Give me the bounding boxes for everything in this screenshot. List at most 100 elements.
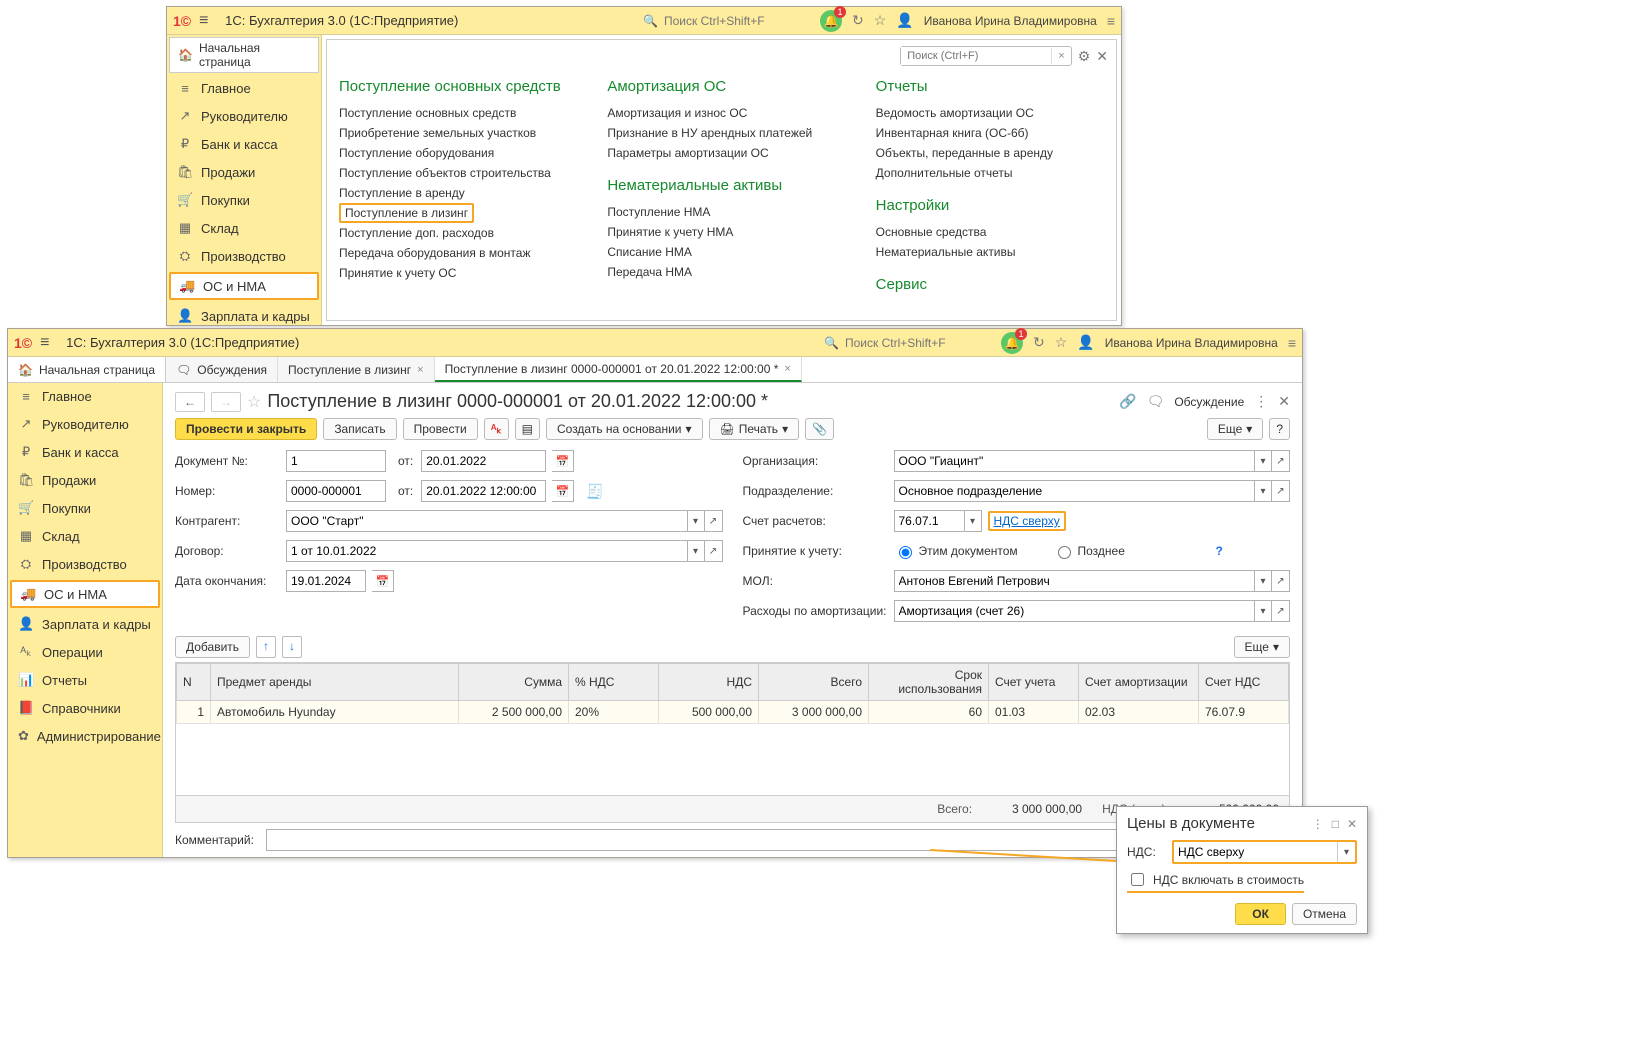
create-based-button[interactable]: Создать на основании ▾ xyxy=(546,418,703,440)
col-ndsacc[interactable]: Счет НДС xyxy=(1199,664,1289,701)
panel-search[interactable]: × xyxy=(900,46,1071,66)
link-report-extra[interactable]: Дополнительные отчеты xyxy=(876,163,1104,183)
cell-sum[interactable]: 2 500 000,00 xyxy=(459,701,569,724)
col-term[interactable]: Срок использования xyxy=(869,664,989,701)
link-settings-os[interactable]: Основные средства xyxy=(876,222,1104,242)
calendar-icon[interactable]: 📅 xyxy=(552,450,574,472)
tab-leasing-list[interactable]: Поступление в лизинг × xyxy=(278,357,435,382)
cell-pct[interactable]: 20% xyxy=(569,701,659,724)
move-down-button[interactable]: ↓ xyxy=(282,636,302,658)
link-equip[interactable]: Поступление оборудования xyxy=(339,143,567,163)
tab-leasing-doc[interactable]: Поступление в лизинг 0000-000001 от 20.0… xyxy=(435,357,802,382)
post-close-button[interactable]: Провести и закрыть xyxy=(175,418,317,440)
global-search-input[interactable] xyxy=(843,335,993,351)
post-button[interactable]: Провести xyxy=(403,418,478,440)
global-search[interactable]: 🔍 xyxy=(824,335,993,351)
cell-n[interactable]: 1 xyxy=(177,701,211,724)
chevron-down-icon[interactable]: ▾ xyxy=(1254,600,1272,622)
link-nma-accept[interactable]: Принятие к учету НМА xyxy=(607,222,835,242)
settings-icon[interactable]: ⚙ xyxy=(1078,48,1091,65)
more-icon[interactable]: ⋮ xyxy=(1312,817,1324,831)
link-rent-pay[interactable]: Признание в НУ арендных платежей xyxy=(607,123,835,143)
sidebar-item-sales[interactable]: 🛍Продажи xyxy=(167,158,321,186)
sidebar-item-bank[interactable]: ₽Банк и касса xyxy=(167,130,321,158)
col-amort[interactable]: Счет амортизации xyxy=(1079,664,1199,701)
col-nds[interactable]: НДС xyxy=(659,664,759,701)
mol-input[interactable] xyxy=(894,570,1255,592)
sidebar-item-admin[interactable]: ✿Администрирование xyxy=(8,722,162,750)
maximize-icon[interactable]: □ xyxy=(1332,817,1339,831)
cell-nds[interactable]: 500 000,00 xyxy=(659,701,759,724)
nav-back-button[interactable]: ← xyxy=(175,392,205,412)
discussion-link[interactable]: Обсуждение xyxy=(1174,395,1244,409)
doc-date-input[interactable] xyxy=(421,450,546,472)
attach-button[interactable]: 📎 xyxy=(805,418,834,440)
ctr-input[interactable] xyxy=(286,510,687,532)
calendar-icon[interactable]: 📅 xyxy=(372,570,394,592)
close-icon[interactable]: ✕ xyxy=(1347,817,1357,831)
more-button[interactable]: Еще ▾ xyxy=(1207,418,1263,440)
link-icon[interactable]: 🔗 xyxy=(1119,393,1136,410)
col-sum[interactable]: Сумма xyxy=(459,664,569,701)
nds-value-input[interactable] xyxy=(1174,842,1337,862)
sidebar-item-salary[interactable]: 👤Зарплата и кадры xyxy=(167,302,321,330)
global-search[interactable]: 🔍 xyxy=(643,13,812,29)
tab-discussions[interactable]: 🗨 Обсуждения xyxy=(166,357,278,382)
history-icon[interactable]: ↻ xyxy=(852,12,864,29)
link-construction[interactable]: Поступление объектов строительства xyxy=(339,163,567,183)
cell-subject[interactable]: Автомобиль Hyunday xyxy=(211,701,459,724)
user-icon[interactable]: 👤 xyxy=(896,12,913,29)
open-ref-icon[interactable]: ↗ xyxy=(1272,600,1290,622)
amort-input[interactable] xyxy=(894,600,1255,622)
open-ref-icon[interactable]: ↗ xyxy=(1272,480,1290,502)
cancel-button[interactable]: Отмена xyxy=(1292,903,1357,925)
table-more-button[interactable]: Еще ▾ xyxy=(1234,636,1290,658)
link-rent[interactable]: Поступление в аренду xyxy=(339,183,567,203)
col-total[interactable]: Всего xyxy=(759,664,869,701)
chevron-down-icon[interactable]: ▾ xyxy=(1254,450,1272,472)
col-pct[interactable]: % НДС xyxy=(569,664,659,701)
end-input[interactable] xyxy=(286,570,366,592)
print-button[interactable]: 🖨 Печать ▾ xyxy=(709,418,800,440)
sidebar-item-ops[interactable]: ᴬₖОперации xyxy=(8,638,162,666)
home-tab[interactable]: 🏠 Начальная страница xyxy=(8,357,166,382)
more-icon[interactable]: ⋮ xyxy=(1254,393,1268,410)
cell-total[interactable]: 3 000 000,00 xyxy=(759,701,869,724)
sidebar-item-warehouse[interactable]: ▦Склад xyxy=(167,214,321,242)
user-icon[interactable]: 👤 xyxy=(1077,334,1094,351)
pod-input[interactable] xyxy=(894,480,1255,502)
sidebar-item-reports[interactable]: 📊Отчеты xyxy=(8,666,162,694)
chevron-down-icon[interactable]: ▾ xyxy=(687,510,705,532)
open-ref-icon[interactable]: ↗ xyxy=(1272,570,1290,592)
col-acc[interactable]: Счет учета xyxy=(989,664,1079,701)
link-settings-nma[interactable]: Нематериальные активы xyxy=(876,242,1104,262)
clear-icon[interactable]: × xyxy=(1051,48,1070,64)
panel-search-input[interactable] xyxy=(901,47,1051,65)
chevron-down-icon[interactable]: ▾ xyxy=(1337,842,1355,862)
favorites-icon[interactable]: ☆ xyxy=(874,12,887,29)
cell-acc[interactable]: 01.03 xyxy=(989,701,1079,724)
sidebar-item-salary[interactable]: 👤Зарплата и кадры xyxy=(8,610,162,638)
move-up-button[interactable]: ↑ xyxy=(256,636,276,658)
receipt-icon[interactable]: 🧾 xyxy=(586,483,603,500)
history-icon[interactable]: ↻ xyxy=(1033,334,1045,351)
link-report-book[interactable]: Инвентарная книга (ОС-6б) xyxy=(876,123,1104,143)
sidebar-item-purchases[interactable]: 🛒Покупки xyxy=(167,186,321,214)
nds-combo[interactable]: ▾ xyxy=(1172,840,1357,864)
close-icon[interactable]: × xyxy=(784,363,790,375)
link-leasing[interactable]: Поступление в лизинг xyxy=(339,203,474,223)
sidebar-item-manager[interactable]: ↗Руководителю xyxy=(8,410,162,438)
radio-input[interactable] xyxy=(899,546,912,559)
global-search-input[interactable] xyxy=(662,13,812,29)
sidebar-item-bank[interactable]: ₽Банк и касса xyxy=(8,438,162,466)
chevron-down-icon[interactable]: ▾ xyxy=(1254,480,1272,502)
help-button[interactable]: ? xyxy=(1269,418,1290,440)
close-icon[interactable]: ✕ xyxy=(1278,393,1290,410)
notifications-icon[interactable]: 🔔 1 xyxy=(820,10,842,32)
sidebar-item-main[interactable]: ≡Главное xyxy=(8,383,162,410)
sidebar-item-refs[interactable]: 📕Справочники xyxy=(8,694,162,722)
add-row-button[interactable]: Добавить xyxy=(175,636,250,658)
doc-no-input[interactable] xyxy=(286,450,386,472)
open-ref-icon[interactable]: ↗ xyxy=(705,540,723,562)
chevron-down-icon[interactable]: ▾ xyxy=(687,540,705,562)
